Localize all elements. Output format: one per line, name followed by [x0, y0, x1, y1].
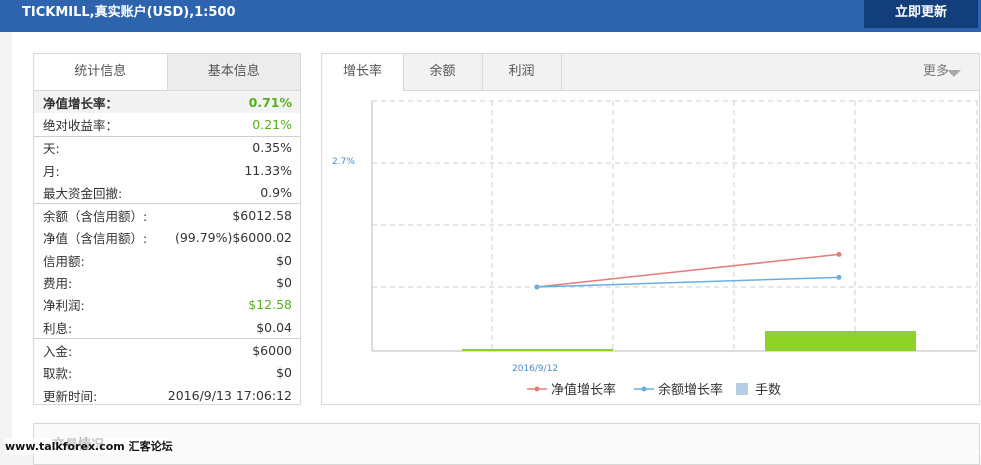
stats-value: $6000	[252, 342, 292, 358]
chevron-down-icon[interactable]	[947, 70, 961, 77]
stats-row: 月: 11.33%	[34, 159, 300, 181]
stats-row: 余额（含信用额）: $6012.58	[34, 204, 300, 226]
tab-profit[interactable]: 利润	[482, 54, 562, 90]
stats-label: 更新时间:	[43, 388, 98, 404]
stats-value: (99.79%)$6000.02	[174, 230, 292, 246]
stats-label: 余额（含信用额）:	[43, 209, 148, 225]
more-dropdown[interactable]: 更多	[923, 54, 949, 90]
stats-row: 费用: $0	[34, 271, 300, 293]
growth-chart: 2.7% 2016/9/12 净值增长率 余额增长率 手数	[332, 100, 978, 398]
stats-value: $0	[276, 365, 292, 381]
stats-value: $0.04	[256, 319, 292, 335]
stats-row: 利息: $0.04	[34, 316, 300, 338]
stats-value: 0.21%	[252, 116, 292, 132]
stats-row: 净值增长率： 0.71%	[34, 91, 300, 114]
stats-value: $6012.58	[232, 208, 292, 224]
legend-swatch	[736, 383, 748, 395]
stats-value: 0.35%	[252, 140, 292, 156]
stats-tabs: 统计信息 基本信息	[34, 54, 300, 91]
stats-value: $12.58	[248, 297, 292, 313]
stats-group: 入金: $6000 取款: $0 更新时间: 2016/9/13 17:06:12	[34, 339, 300, 406]
legend-marker	[534, 386, 540, 392]
legend-label: 余额增长率	[658, 382, 723, 398]
stats-row: 信用额: $0	[34, 249, 300, 271]
trading-panel: 交易情况	[33, 423, 980, 465]
volume-bar	[765, 331, 916, 351]
volume-bar	[462, 349, 613, 351]
tab-basic-info[interactable]: 基本信息	[166, 54, 300, 90]
stats-label: 净值增长率：	[43, 95, 119, 111]
account-title: TICKMILL,真实账户(USD),1:500	[22, 5, 236, 20]
tab-growth-rate[interactable]: 增长率	[322, 54, 404, 91]
legend-label: 净值增长率	[551, 382, 616, 398]
stats-label: 利息:	[43, 320, 73, 336]
stats-label: 入金:	[43, 343, 73, 359]
stats-label: 天:	[43, 141, 60, 157]
stats-group: 净值增长率： 0.71% 绝对收益率： 0.21%	[34, 91, 300, 137]
legend-marker	[641, 386, 647, 392]
stats-row: 更新时间: 2016/9/13 17:06:12	[34, 384, 300, 406]
stats-label: 净利润:	[43, 298, 85, 314]
watermark-text: www.talkforex.com 汇客论坛	[5, 438, 173, 454]
stats-value: 2016/9/13 17:06:12	[167, 387, 292, 403]
chart-panel: 增长率 余额 利润 更多 2.7% 2016/9/12 净值增长率 余额增长率 手数	[321, 53, 980, 405]
tab-statistics[interactable]: 统计信息	[34, 54, 167, 90]
stats-label: 费用:	[43, 276, 73, 292]
stats-value: $0	[276, 252, 292, 268]
stats-row: 入金: $6000	[34, 339, 300, 361]
stats-group: 余额（含信用额）: $6012.58 净值（含信用额）: (99.79%)$6000.…	[34, 204, 300, 340]
series-point	[836, 274, 842, 280]
stats-label: 最大资金回撤:	[43, 185, 123, 201]
stats-row: 取款: $0	[34, 362, 300, 384]
stats-value: 11.33%	[244, 162, 292, 178]
stats-value: 0.71%	[248, 94, 292, 110]
legend-label: 手数	[755, 383, 781, 398]
stats-label: 绝对收益率：	[43, 117, 119, 133]
stats-row: 最大资金回撤: 0.9%	[34, 181, 300, 203]
series-point	[836, 251, 842, 257]
stats-group: 天: 0.35% 月: 11.33% 最大资金回撤: 0.9%	[34, 137, 300, 205]
stats-value: $0	[276, 275, 292, 291]
stats-list: 净值增长率： 0.71% 绝对收益率： 0.21% 天: 0.35% 月: 11.33% 最大资…	[34, 91, 300, 406]
stats-label: 取款:	[43, 366, 73, 382]
stats-row: 净利润: $12.58	[34, 294, 300, 316]
stats-label: 月:	[43, 163, 60, 179]
tab-balance[interactable]: 余额	[403, 54, 483, 90]
stats-panel: 统计信息 基本信息 净值增长率： 0.71% 绝对收益率： 0.21% 天: 0.35% 月…	[33, 53, 301, 405]
stats-row: 净值（含信用额）: (99.79%)$6000.02	[34, 227, 300, 249]
stats-row: 绝对收益率： 0.21%	[34, 113, 300, 135]
x-tick-label: 2016/9/12	[512, 364, 558, 374]
chart-tabs: 增长率 余额 利润 更多	[322, 54, 979, 91]
account-header-bar: TICKMILL,真实账户(USD),1:500 立即更新	[0, 0, 981, 32]
stats-value: 0.9%	[260, 184, 292, 200]
update-now-button[interactable]: 立即更新	[864, 0, 978, 28]
y-tick-label: 2.7%	[332, 157, 355, 167]
series-point	[534, 284, 540, 290]
stats-row: 天: 0.35%	[34, 137, 300, 159]
stats-label: 净值（含信用额）:	[43, 231, 148, 247]
stats-label: 信用额:	[43, 253, 85, 269]
